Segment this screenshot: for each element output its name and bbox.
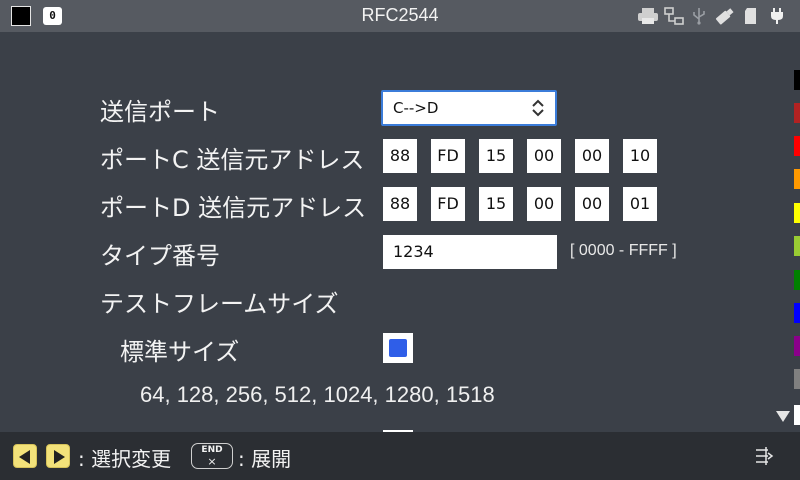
select-change-hint: : 選択変更 xyxy=(78,447,172,471)
palette-swatch-purple[interactable] xyxy=(794,336,800,356)
port-c-address-byte-1[interactable]: 88 xyxy=(383,139,417,173)
chevron-up-down-icon xyxy=(532,99,544,117)
port-d-address-byte-1[interactable]: 88 xyxy=(383,187,417,221)
settings-panel: 送信ポート C-->D ポートC 送信元アドレス 88 FD 15 00 00 … xyxy=(0,32,788,432)
end-key-symbol: × xyxy=(207,455,217,468)
power-plug-icon xyxy=(771,8,783,24)
palette-swatch-light-green[interactable] xyxy=(794,236,800,256)
checkbox-checked-mark xyxy=(389,339,407,357)
port-c-address-byte-2[interactable]: FD xyxy=(431,139,465,173)
palette-swatch-orange[interactable] xyxy=(794,169,800,189)
network-icon xyxy=(664,7,684,25)
end-key[interactable]: END × xyxy=(191,443,233,469)
left-arrow-key[interactable] xyxy=(13,444,37,468)
sd-card-icon xyxy=(745,8,756,24)
right-arrow-key[interactable] xyxy=(46,444,70,468)
settings-sliders-icon[interactable] xyxy=(753,445,775,467)
port-c-address-byte-3[interactable]: 15 xyxy=(479,139,513,173)
port-c-address-label: ポートC 送信元アドレス xyxy=(100,146,365,174)
usb-icon xyxy=(693,8,705,25)
palette-swatch-red[interactable] xyxy=(794,136,800,156)
type-number-input[interactable]: 1234 xyxy=(383,235,557,269)
type-number-range: [ 0000 - FFFF ] xyxy=(570,242,677,259)
send-port-value: C-->D xyxy=(393,99,439,117)
standard-size-checkbox[interactable] xyxy=(383,333,413,363)
right-arrow-icon xyxy=(54,450,65,464)
port-c-address-byte-4[interactable]: 00 xyxy=(527,139,561,173)
standard-size-label: 標準サイズ xyxy=(120,338,240,366)
top-bar: 0 RFC2544 xyxy=(0,0,800,32)
palette-swatch-gray[interactable] xyxy=(794,369,800,389)
send-port-label: 送信ポート xyxy=(100,98,220,126)
color-palette xyxy=(788,32,800,432)
scroll-down-icon[interactable] xyxy=(776,411,790,422)
palette-swatch-black[interactable] xyxy=(794,70,800,90)
port-d-address-byte-2[interactable]: FD xyxy=(431,187,465,221)
left-arrow-icon xyxy=(19,450,30,464)
standard-size-list: 64, 128, 256, 512, 1024, 1280, 1518 xyxy=(140,382,495,407)
palette-swatch-yellow[interactable] xyxy=(794,203,800,223)
port-c-address-byte-5[interactable]: 00 xyxy=(575,139,609,173)
test-frame-size-label: テストフレームサイズ xyxy=(100,290,339,318)
port-d-address-byte-4[interactable]: 00 xyxy=(527,187,561,221)
port-d-address-byte-6[interactable]: 01 xyxy=(623,187,657,221)
expand-hint: : 展開 xyxy=(238,447,292,471)
palette-swatch-white[interactable] xyxy=(794,405,800,425)
port-d-address-byte-3[interactable]: 15 xyxy=(479,187,513,221)
usb-drive-icon xyxy=(715,8,734,25)
send-port-select[interactable]: C-->D xyxy=(381,90,557,126)
port-c-address-byte-6[interactable]: 10 xyxy=(623,139,657,173)
palette-swatch-dark-red[interactable] xyxy=(794,103,800,123)
port-d-address-label: ポートD 送信元アドレス xyxy=(100,194,367,222)
palette-swatch-blue[interactable] xyxy=(794,303,800,323)
port-d-address-byte-5[interactable]: 00 xyxy=(575,187,609,221)
type-number-label: タイプ番号 xyxy=(100,242,220,270)
printer-icon xyxy=(638,8,658,24)
palette-swatch-green[interactable] xyxy=(794,270,800,290)
